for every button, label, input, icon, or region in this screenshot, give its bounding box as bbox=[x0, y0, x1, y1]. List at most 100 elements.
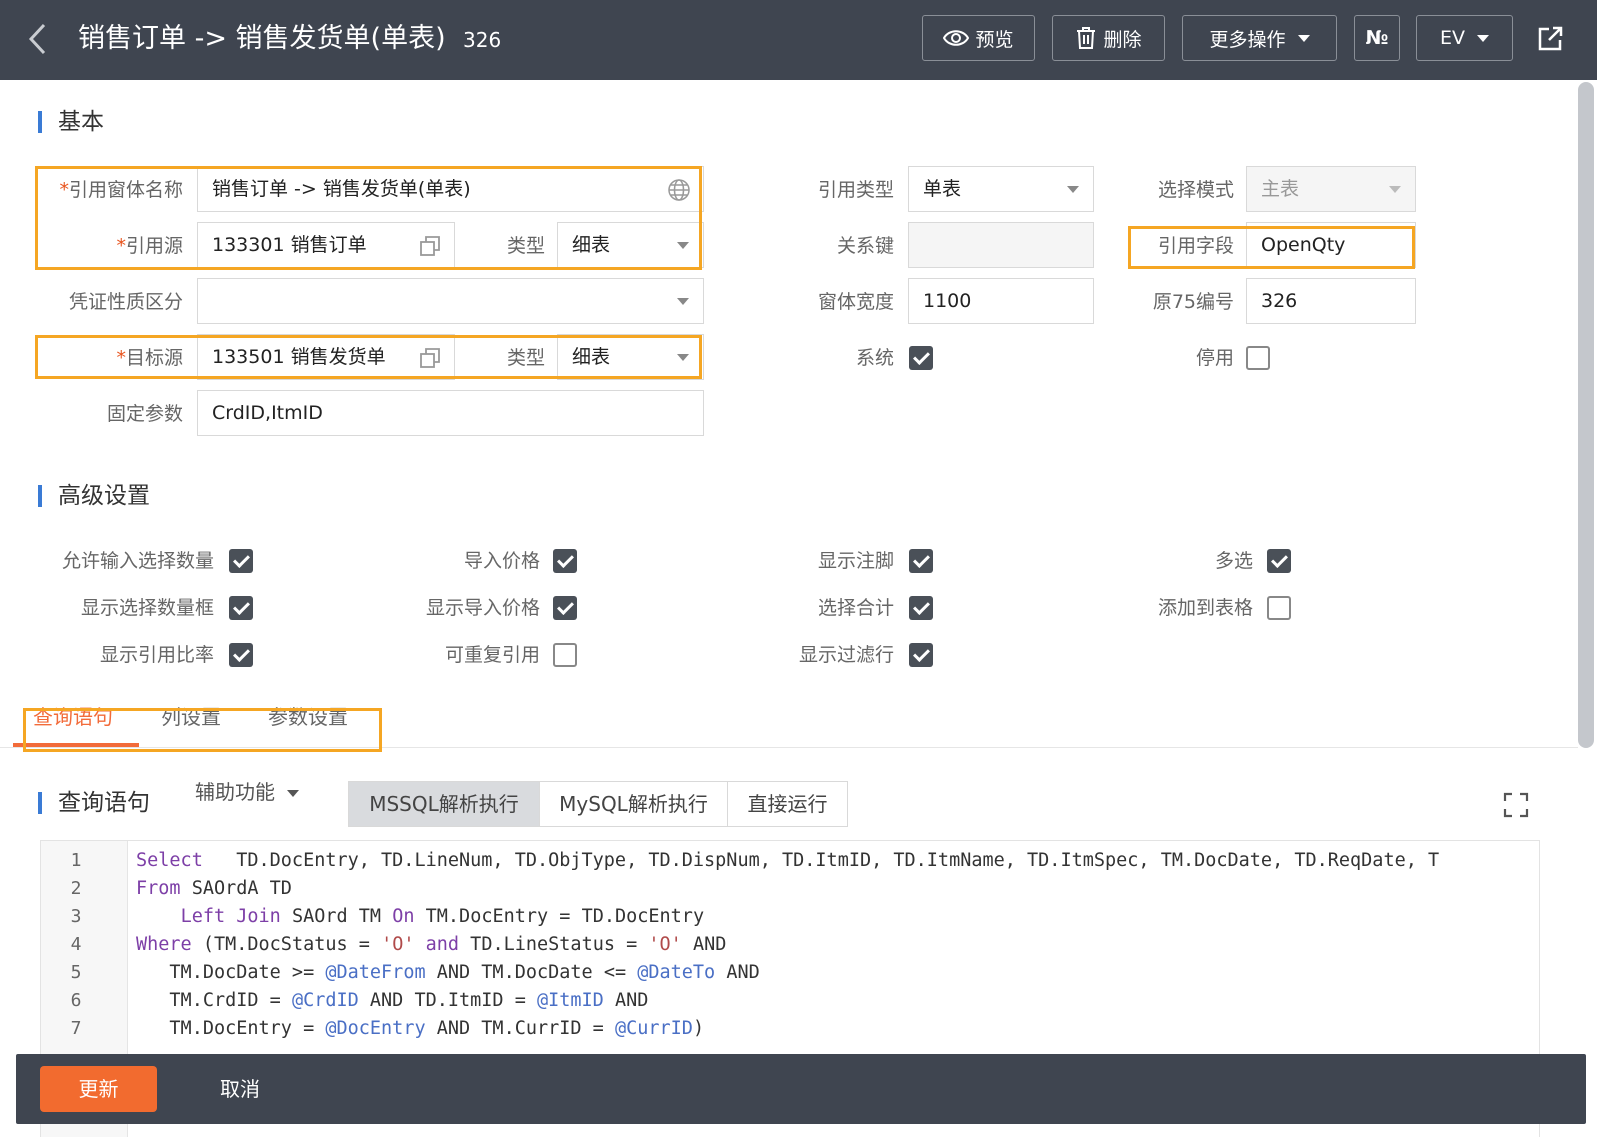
preview-button[interactable]: 预览 bbox=[922, 15, 1035, 61]
back-arrow-icon[interactable] bbox=[26, 22, 54, 58]
fixed-params-label: 固定参数 bbox=[106, 403, 183, 425]
mysql-run-button[interactable]: MySQL解析执行 bbox=[539, 781, 728, 827]
repeatable-ref-checkbox[interactable] bbox=[553, 643, 577, 667]
target-type-select[interactable]: 细表 bbox=[557, 334, 704, 380]
show-import-price-checkbox[interactable] bbox=[553, 596, 577, 620]
form-width-label: 窗体宽度 bbox=[817, 291, 894, 313]
chevron-down-icon bbox=[677, 298, 689, 305]
disabled-label: 停用 bbox=[1195, 347, 1234, 369]
tab-divider bbox=[0, 747, 1578, 748]
code-line: Where (TM.DocStatus = 'O' and TD.LineSta… bbox=[136, 934, 727, 955]
more-actions-label: 更多操作 bbox=[1209, 28, 1286, 51]
open-external-icon[interactable] bbox=[1535, 24, 1565, 54]
aux-functions-dropdown[interactable]: 辅助功能 bbox=[195, 777, 299, 807]
code-line: Left Join SAOrd TM On TM.DocEntry = TD.D… bbox=[180, 906, 705, 927]
option-label: 选择合计 bbox=[817, 597, 894, 619]
allow-input-qty-checkbox[interactable] bbox=[229, 549, 253, 573]
page-title: 销售订单 -> 销售发货单(单表) bbox=[78, 23, 446, 54]
source-label: *引用源 bbox=[116, 235, 183, 257]
section-title-query: 查询语句 bbox=[38, 787, 150, 819]
code-line: Select TD.DocEntry, TD.LineNum, TD.ObjTy… bbox=[136, 850, 1440, 871]
delete-button[interactable]: 删除 bbox=[1052, 15, 1165, 61]
voucher-select[interactable] bbox=[197, 278, 704, 324]
option-label: 可重复引用 bbox=[444, 644, 540, 666]
chevron-down-icon bbox=[1477, 34, 1489, 42]
line-number: 1 bbox=[70, 850, 82, 871]
update-button[interactable]: 更新 bbox=[40, 1066, 157, 1112]
orig75-label: 原75编号 bbox=[1152, 291, 1234, 313]
more-actions-dropdown[interactable]: 更多操作 bbox=[1182, 15, 1337, 61]
vertical-scrollbar[interactable] bbox=[1578, 82, 1594, 748]
chevron-down-icon bbox=[1389, 186, 1401, 193]
numbering-button[interactable]: № bbox=[1354, 15, 1400, 61]
source-type-select[interactable]: 细表 bbox=[557, 222, 704, 268]
ref-type-select[interactable]: 单表 bbox=[908, 166, 1094, 212]
code-line: TM.DocEntry = @DocEntry AND TM.CurrID = … bbox=[136, 1018, 705, 1039]
chevron-down-icon bbox=[677, 354, 689, 361]
record-id: 326 bbox=[463, 28, 502, 52]
show-ref-ratio-checkbox[interactable] bbox=[229, 643, 253, 667]
line-number: 5 bbox=[70, 962, 82, 983]
show-qty-box-checkbox[interactable] bbox=[229, 596, 253, 620]
chevron-down-icon bbox=[677, 242, 689, 249]
fullscreen-icon[interactable] bbox=[1503, 792, 1529, 818]
target-type-label: 类型 bbox=[506, 347, 545, 369]
select-mode-select: 主表 bbox=[1246, 166, 1416, 212]
fixed-params-input[interactable]: CrdID,ItmID bbox=[197, 390, 704, 436]
mssql-run-button[interactable]: MSSQL解析执行 bbox=[348, 781, 540, 827]
line-number: 7 bbox=[70, 1018, 82, 1039]
ref-field-label: 引用字段 bbox=[1157, 235, 1234, 257]
add-to-table-checkbox[interactable] bbox=[1267, 596, 1291, 620]
option-label: 显示过滤行 bbox=[798, 644, 894, 666]
select-mode-label: 选择模式 bbox=[1157, 179, 1234, 201]
disabled-checkbox[interactable] bbox=[1246, 346, 1270, 370]
relation-key-label: 关系键 bbox=[836, 235, 894, 257]
form-name-label: *引用窗体名称 bbox=[59, 179, 183, 201]
option-label: 显示引用比率 bbox=[99, 644, 214, 666]
code-line: TM.CrdID = @CrdID AND TD.ItmID = @ItmID … bbox=[136, 990, 649, 1011]
multi-select-checkbox[interactable] bbox=[1267, 549, 1291, 573]
delete-label: 删除 bbox=[1103, 28, 1142, 51]
code-line: From SAOrdA TD bbox=[136, 878, 292, 899]
option-label: 显示导入价格 bbox=[425, 597, 540, 619]
env-label: EV bbox=[1439, 27, 1465, 49]
cancel-button[interactable]: 取消 bbox=[210, 1066, 270, 1112]
code-line: TM.DocDate >= @DateFrom AND TM.DocDate <… bbox=[136, 962, 760, 983]
line-number: 2 bbox=[70, 878, 82, 899]
option-label: 允许输入选择数量 bbox=[61, 550, 214, 572]
tab-columns[interactable]: 列设置 bbox=[161, 702, 221, 732]
line-number: 3 bbox=[70, 906, 82, 927]
option-label: 导入价格 bbox=[463, 550, 540, 572]
show-filter-row-checkbox[interactable] bbox=[909, 643, 933, 667]
import-price-checkbox[interactable] bbox=[553, 549, 577, 573]
show-footer-checkbox[interactable] bbox=[909, 549, 933, 573]
copy-icon[interactable] bbox=[418, 346, 442, 370]
target-label: *目标源 bbox=[116, 347, 183, 369]
system-label: 系统 bbox=[855, 347, 894, 369]
env-dropdown[interactable]: EV bbox=[1416, 15, 1513, 61]
relation-key-input bbox=[908, 222, 1094, 268]
globe-icon[interactable] bbox=[667, 178, 691, 202]
ref-field-input[interactable]: OpenQty bbox=[1246, 222, 1416, 268]
select-total-checkbox[interactable] bbox=[909, 596, 933, 620]
option-label: 添加到表格 bbox=[1157, 597, 1253, 619]
form-width-input[interactable]: 1100 bbox=[908, 278, 1094, 324]
orig75-input[interactable]: 326 bbox=[1246, 278, 1416, 324]
section-title-basic: 基本 bbox=[38, 106, 104, 138]
source-type-label: 类型 bbox=[506, 235, 545, 257]
copy-icon[interactable] bbox=[418, 234, 442, 258]
line-number: 6 bbox=[70, 990, 82, 1011]
tab-query[interactable]: 查询语句 bbox=[33, 702, 113, 732]
chevron-down-icon bbox=[287, 790, 299, 797]
chevron-down-icon bbox=[1297, 34, 1310, 42]
direct-run-button[interactable]: 直接运行 bbox=[727, 781, 848, 827]
option-label: 显示注脚 bbox=[817, 550, 894, 572]
tab-params[interactable]: 参数设置 bbox=[268, 702, 348, 732]
target-input[interactable]: 133501 销售发货单 bbox=[197, 334, 455, 380]
system-checkbox[interactable] bbox=[909, 346, 933, 370]
option-label: 显示选择数量框 bbox=[80, 597, 214, 619]
form-name-input[interactable]: 销售订单 -> 销售发货单(单表) bbox=[197, 166, 704, 212]
eye-icon bbox=[943, 30, 970, 46]
source-input[interactable]: 133301 销售订单 bbox=[197, 222, 455, 268]
preview-label: 预览 bbox=[975, 28, 1014, 51]
